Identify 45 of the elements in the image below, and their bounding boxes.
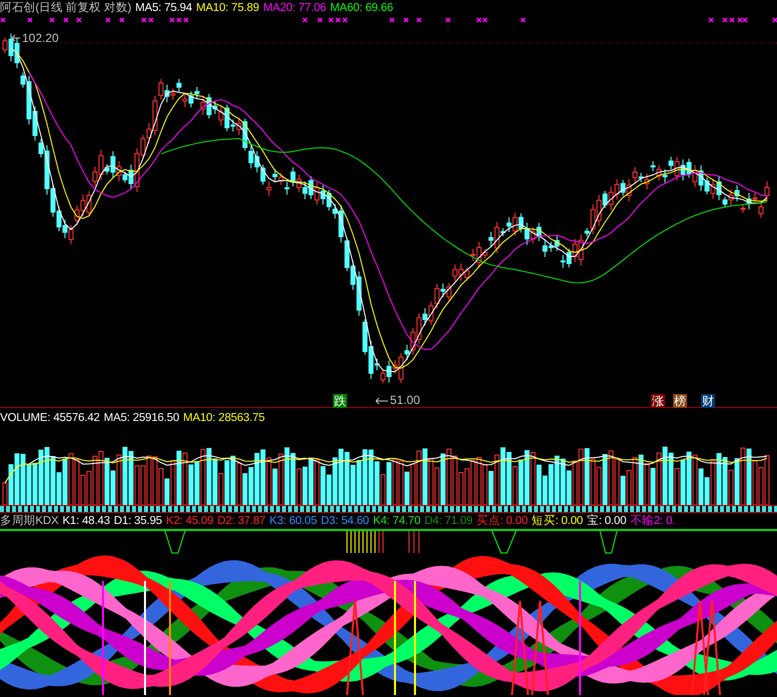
cross-mark — [63, 17, 69, 23]
cross-mark — [317, 17, 323, 23]
indicator-value: D2: 37.87 — [217, 514, 266, 529]
arrow-icon — [376, 398, 388, 404]
cross-mark — [302, 17, 308, 23]
indicator-value: D1: 35.95 — [114, 514, 162, 529]
cross-mark — [403, 17, 409, 23]
indicator-value: MA60: 69.66 — [330, 1, 394, 16]
indicator-value: MA20: 77.06 — [263, 1, 326, 16]
indicator-value: K4: 74.70 — [373, 514, 420, 529]
cross-mark — [105, 17, 111, 23]
cross-mark — [119, 17, 125, 23]
indicator-value: 不输2: 0. — [630, 514, 676, 529]
indicator-value: K1: 48.43 — [62, 514, 110, 529]
cross-mark — [27, 17, 33, 23]
cross-mark — [520, 17, 526, 23]
indicator-value: VOLUME: 45576.42 — [0, 411, 100, 426]
indicator-value: MA5: 25916.50 — [104, 411, 180, 426]
cross-mark — [772, 17, 777, 23]
indicator-value: 宝: 0.00 — [586, 513, 626, 529]
indicator-value: D3: 54.60 — [320, 514, 369, 529]
price-label: 51.00 — [390, 393, 420, 407]
signal-badge: 榜 — [673, 394, 687, 408]
chart-title: 阿石创(日线 前复权 对数) — [0, 0, 132, 16]
indicator-value: 短买: 0.00 — [532, 514, 583, 529]
signal-badge: 涨 — [651, 394, 665, 408]
indicator-value: MA10: 75.89 — [196, 1, 260, 16]
cross-mark — [416, 17, 422, 23]
cross-mark — [708, 17, 714, 23]
cross-mark — [445, 17, 451, 23]
cross-mark — [0, 17, 6, 23]
indicator-value: K2: 45.09 — [166, 514, 214, 529]
indicator-value: MA10: 28563.75 — [183, 411, 265, 426]
indicator-value: 多周期KDX — [0, 514, 58, 529]
indicator-value: K3: 60.05 — [269, 514, 317, 529]
indicator-value: MA5: 75.94 — [135, 1, 192, 16]
arrow-icon — [12, 34, 20, 42]
cross-mark — [49, 17, 55, 23]
price-label: 102.20 — [22, 31, 59, 45]
cross-mark — [389, 17, 395, 23]
signal-badge: 跌 — [333, 394, 347, 408]
cross-mark — [76, 17, 82, 23]
signal-badge: 财 — [701, 394, 715, 408]
indicator-value: D4: 71.09 — [424, 514, 473, 529]
indicator-value: 买点: 0.00 — [476, 514, 528, 529]
